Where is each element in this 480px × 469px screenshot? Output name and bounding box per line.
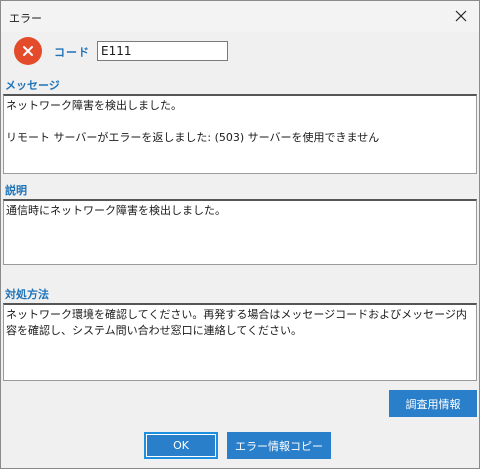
message-label: メッセージ xyxy=(5,79,60,92)
solution-textbox[interactable]: ネットワーク環境を確認してください。再発する場合はメッセージコードおよびメッセー… xyxy=(3,303,477,381)
close-icon xyxy=(455,10,467,22)
title-bar: エラー xyxy=(1,1,479,32)
ok-button[interactable]: OK xyxy=(144,432,218,459)
description-textbox[interactable]: 通信時にネットワーク障害を検出しました。 xyxy=(3,199,477,265)
message-textbox[interactable]: ネットワーク障害を検出しました。 リモート サーバーがエラーを返しました: (5… xyxy=(3,94,477,174)
code-label: コード xyxy=(54,46,90,59)
debug-info-button[interactable]: 調査用情報 xyxy=(389,390,477,417)
solution-label: 対処方法 xyxy=(5,288,49,301)
close-button[interactable] xyxy=(447,2,475,30)
error-x-icon xyxy=(14,37,42,65)
code-field[interactable] xyxy=(97,41,228,61)
copy-error-info-button[interactable]: エラー情報コピー xyxy=(227,432,331,459)
window-title: エラー xyxy=(9,12,42,25)
description-label: 説明 xyxy=(5,184,27,197)
error-dialog: エラー コード メッセージ ネットワーク障害を検出しました。 リモート サーバー… xyxy=(0,0,480,469)
